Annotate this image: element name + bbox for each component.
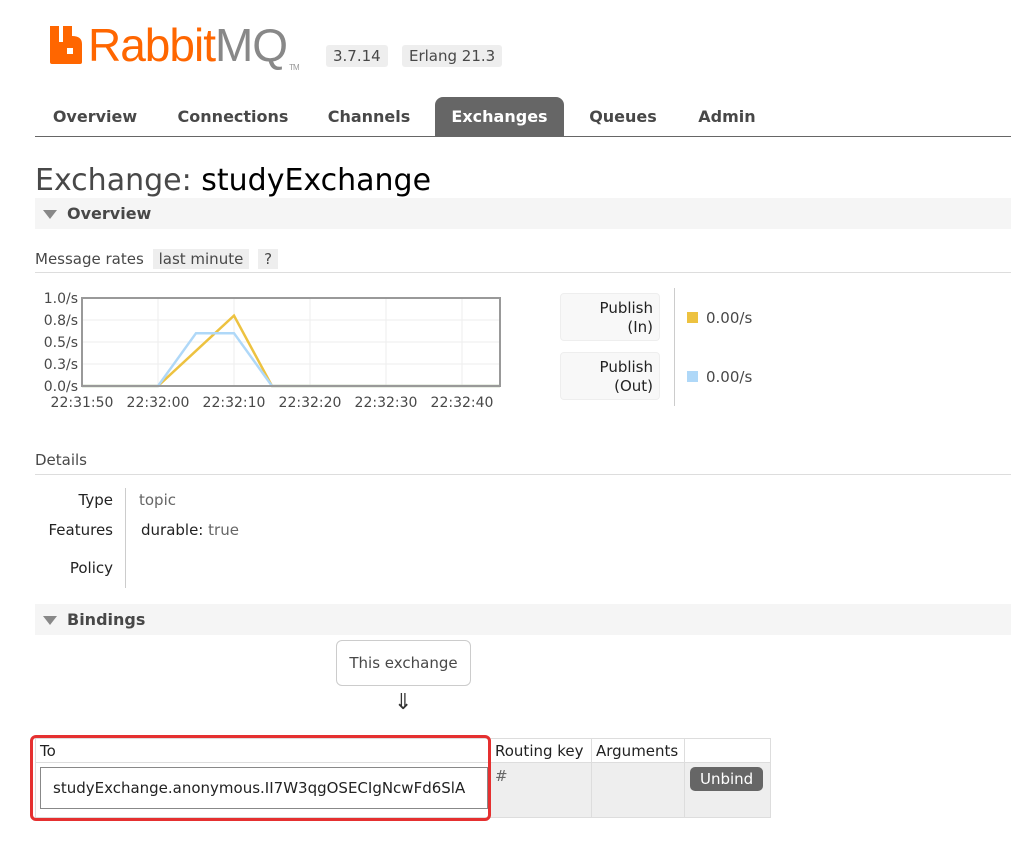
col-to: To [35,738,491,763]
tab-admin[interactable]: Admin [687,97,767,136]
legend-publish-in-label: Publish (In) [560,293,660,341]
bindings-table: To Routing key Arguments studyExchange.a… [35,738,771,818]
col-actions [684,738,771,763]
features-key: Features [48,521,114,539]
policy-key: Policy [69,559,113,577]
details-header: Details [35,451,1011,475]
brand-name: RabbitMQ TM [88,19,300,72]
legend-swatch-out [687,371,698,382]
type-key: Type [78,491,113,509]
exchange-name: studyExchange [201,163,432,198]
tab-exchanges[interactable]: Exchanges [435,97,564,136]
collapse-triangle-icon [43,616,57,625]
message-rates-label: Message rates [35,250,144,268]
features-value: durable: true [141,521,239,539]
binding-destination-link[interactable]: studyExchange.anonymous.II7W3qgOSECIgNcw… [40,767,488,809]
details-label: Details [35,451,88,469]
message-rates-chart: 1.0/s 0.8/s 0.5/s 0.3/s 0.0/s22:31:50 22:32:0… [44,291,501,411]
tab-connections[interactable]: Connections [169,97,297,136]
x-tick-label: 22:32:00 [127,395,190,411]
down-double-arrow-icon: ⇓ [394,690,413,715]
binding-routing-key: # [490,762,592,818]
legend-publish-out-value: 0.00/s [687,368,752,386]
bindings-section-toggle[interactable]: Bindings [35,604,1011,635]
col-arguments: Arguments [591,738,685,763]
series-line-publish-in [82,313,500,388]
col-routing-key: Routing key [490,738,592,763]
message-rates-header: Message rates last minute ? [35,249,1011,273]
version-badge: 3.7.14 [326,45,388,67]
type-value: topic [139,491,176,509]
x-tick-label: 22:32:10 [203,395,266,411]
y-tick-label: 0.0/s [44,379,78,395]
page-title: Exchange: studyExchange [35,163,432,198]
x-tick-label: 22:32:40 [431,395,494,411]
y-tick-label: 0.8/s [44,313,78,329]
unbind-button[interactable]: Unbind [690,767,764,791]
tab-queues[interactable]: Queues [578,97,668,136]
this-exchange-box: This exchange [336,640,471,686]
x-tick-label: 22:32:20 [279,395,342,411]
overview-section-toggle[interactable]: Overview [35,198,1011,229]
binding-arguments [591,762,685,818]
y-tick-label: 1.0/s [44,291,78,307]
x-tick-label: 22:31:50 [51,395,114,411]
legend-swatch-in [687,312,698,323]
details-divider [125,488,126,588]
y-tick-label: 0.3/s [44,357,78,373]
rabbitmq-logo-icon [50,26,82,64]
bindings-section-label: Bindings [67,610,146,629]
collapse-triangle-icon [43,210,57,219]
tab-channels[interactable]: Channels [317,97,421,136]
overview-section-label: Overview [67,204,152,223]
rate-range-selector[interactable]: last minute [152,249,250,269]
legend-publish-in-value: 0.00/s [687,309,752,327]
series-line-publish-out [82,331,500,388]
y-tick-label: 0.5/s [44,335,78,351]
legend-publish-out-label: Publish (Out) [560,352,660,400]
x-tick-label: 22:32:30 [355,395,418,411]
legend-divider [674,288,675,406]
main-nav: Overview Connections Channels Exchanges … [35,97,1011,137]
tab-overview[interactable]: Overview [35,97,155,136]
table-row: studyExchange.anonymous.II7W3qgOSECIgNcw… [35,762,771,818]
erlang-version-badge: Erlang 21.3 [402,45,503,67]
help-button[interactable]: ? [258,249,279,269]
